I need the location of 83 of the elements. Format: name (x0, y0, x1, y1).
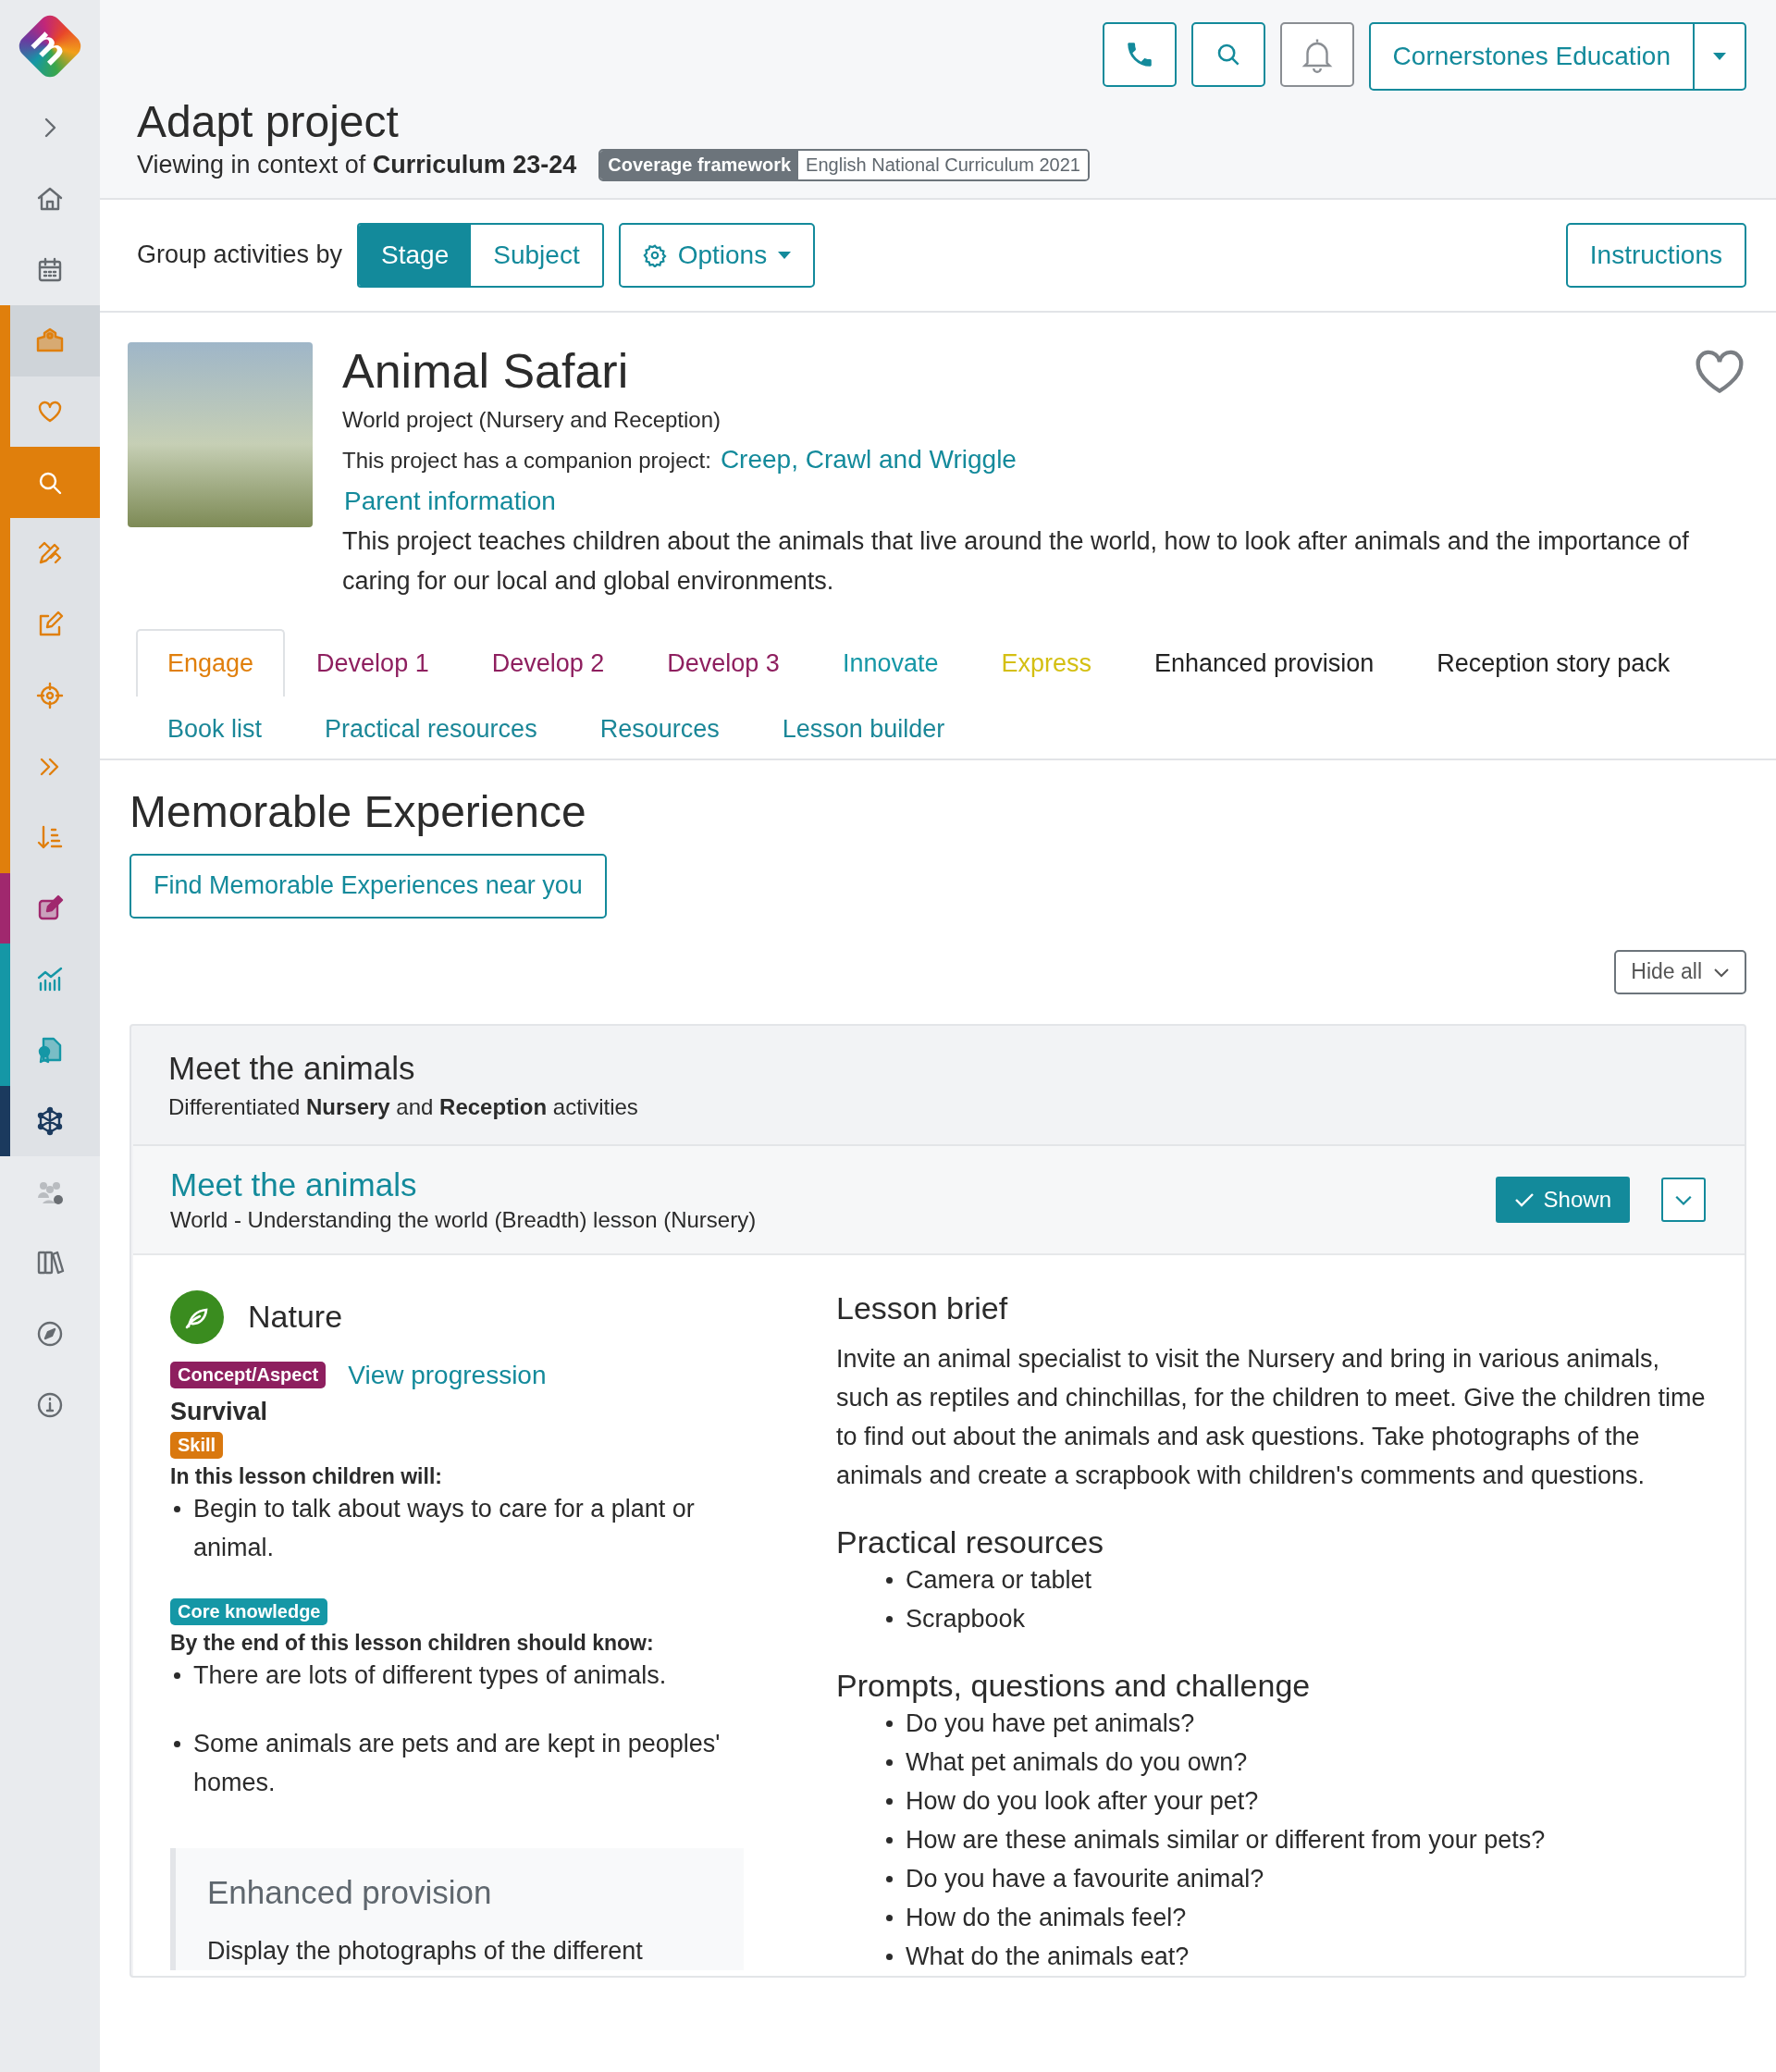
tab[interactable]: Book list (136, 696, 294, 758)
bullet-dot (174, 1740, 180, 1747)
crosshair-icon (35, 680, 65, 710)
prompt-item: How do the animals feel? (906, 1902, 1187, 1933)
enhanced-provision-title: Enhanced provision (207, 1873, 493, 1911)
tab[interactable]: Practical resources (293, 696, 569, 758)
aspect-name: Nature (248, 1299, 343, 1336)
lesson-title-link[interactable]: Meet the animals (170, 1166, 1464, 1203)
bullet-dot (886, 1953, 893, 1960)
check-icon (1513, 1190, 1535, 1208)
prompt-item: What do the animals eat? (906, 1941, 1190, 1972)
group-by-label: Group activities by (137, 240, 343, 270)
view-progression-link[interactable]: View progression (348, 1360, 547, 1390)
hide-all-dropdown[interactable]: Hide all (1614, 949, 1746, 994)
prompt-item: How are these animals similar or different from your pets? (906, 1824, 1546, 1856)
shown-toggle[interactable]: Shown (1495, 1176, 1630, 1223)
expand-button[interactable] (1661, 1177, 1706, 1222)
page-title: Adapt project (137, 98, 400, 147)
resource-item: Camera or tablet (906, 1564, 1092, 1596)
knowledge-item: Some animals are pets and are kept in peoples' homes. (193, 1728, 722, 1798)
bullet-dot (886, 1720, 893, 1727)
prompt-item: Do you have pet animals? (906, 1708, 1195, 1739)
chevron-down-icon (1713, 966, 1730, 978)
tab[interactable]: Lesson builder (750, 696, 977, 758)
bullet-dot (886, 1615, 893, 1622)
project-title: Animal Safari (342, 342, 629, 400)
companion-link[interactable]: Creep, Crawl and Wriggle (720, 444, 1017, 475)
concept-badge: Concept/Aspect (170, 1362, 327, 1389)
bullet-dot (886, 1758, 893, 1766)
knowledge-badge: Core knowledge (170, 1597, 328, 1625)
bullet-dot (886, 1875, 893, 1882)
settings-icon (642, 242, 667, 267)
practical-resources-heading: Practical resources (836, 1523, 1105, 1560)
context-text: Viewing in context of Curriculum 23-24 (137, 150, 577, 179)
framework-tag: Coverage framework English National Curriculum 2021 (598, 148, 1090, 181)
tab[interactable]: Enhanced provision (1123, 628, 1406, 697)
knowledge-intro: By the end of this lesson children should know: (170, 1630, 654, 1656)
tab[interactable]: Develop 3 (635, 628, 811, 697)
find-experiences-button[interactable]: Find Memorable Experiences near you (130, 853, 607, 919)
project-description: This project teaches children about the animals that live around the world, how to look after animals and the importance of caring for our local and global environments. (342, 525, 1690, 597)
bullet-dot (174, 1505, 180, 1512)
notifications-button[interactable] (1279, 22, 1354, 87)
leaf-icon (170, 1289, 224, 1344)
options-button[interactable]: Options (618, 222, 816, 288)
tab[interactable]: Reception story pack (1405, 628, 1702, 697)
group-subtitle: Differentiated Nursery and Reception activities (168, 1093, 639, 1120)
lesson-brief-text: Invite an animal specialist to visit the Nursery and bring in various animals, such as reptiles and chinchillas, for the children to meet. Give the children time to find out about the animals and ask questions. Take photographs of the animals and create a scrapbook with children's comments and questions. (836, 1343, 1707, 1491)
project-type: World project (Nursery and Reception) (342, 405, 722, 434)
skill-intro: In this lesson children will: (170, 1463, 442, 1489)
bullet-dot (886, 1797, 893, 1805)
lesson-subtitle: World - Understanding the world (Breadth) lesson (Nursery) (170, 1206, 758, 1233)
tab[interactable]: Develop 1 (285, 628, 461, 697)
tab[interactable]: Resources (568, 696, 751, 758)
prompt-item: Do you have a favourite animal? (906, 1863, 1264, 1894)
companion-text: This project has a companion project: (342, 446, 711, 475)
enhanced-provision-text: Display the photographs of the different (207, 1935, 644, 1967)
instructions-button[interactable]: Instructions (1565, 222, 1746, 288)
group-title: Meet the animals (168, 1049, 416, 1087)
skill-badge: Skill (170, 1431, 224, 1459)
search-button[interactable] (1190, 22, 1265, 87)
group-by-toggle[interactable]: Stage (359, 224, 472, 286)
prompts-heading: Prompts, questions and challenge (836, 1667, 1312, 1704)
sidebar-item[interactable] (0, 1085, 100, 1157)
bullet-dot (886, 1836, 893, 1844)
tab[interactable]: Engage (136, 628, 286, 697)
tab[interactable]: Innovate (810, 628, 970, 697)
lesson-brief-heading: Lesson brief (836, 1289, 1009, 1326)
section-title: Memorable Experience (130, 785, 587, 837)
account-dropdown[interactable]: Cornerstones Education (1368, 22, 1746, 91)
prompt-item: What pet animals do you own? (906, 1746, 1248, 1778)
concept-name: Survival (170, 1397, 268, 1426)
phone-button[interactable] (1102, 22, 1177, 87)
skill-item: Begin to talk about ways to care for a plant or animal. (193, 1493, 696, 1563)
knowledge-item: There are lots of different types of animals. (193, 1659, 667, 1691)
bullet-dot (174, 1671, 180, 1679)
resource-item: Scrapbook (906, 1603, 1026, 1634)
bullet-dot (886, 1576, 893, 1584)
account-name: Cornerstones Education (1391, 41, 1671, 72)
prompt-item: How do you look after your pet? (906, 1785, 1259, 1817)
bullet-dot (886, 1914, 893, 1921)
cube-network-icon (35, 1105, 65, 1136)
parent-information-link[interactable]: Parent information (344, 480, 556, 522)
tab[interactable]: Develop 2 (460, 628, 636, 697)
